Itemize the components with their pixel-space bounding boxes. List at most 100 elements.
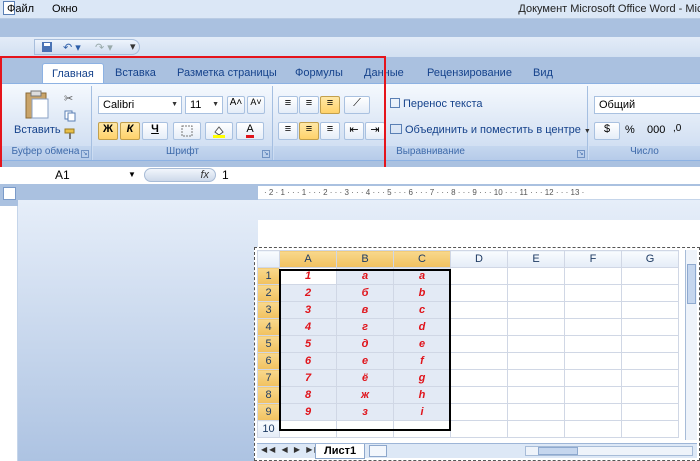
cell[interactable]	[450, 301, 508, 319]
menu-window[interactable]: Окно	[50, 3, 78, 15]
cell[interactable]: г	[336, 318, 394, 336]
cell[interactable]: 5	[279, 335, 337, 353]
font-color-button[interactable]: A	[236, 122, 264, 140]
cell[interactable]: 7	[279, 369, 337, 387]
tab-formulas[interactable]: Формулы	[286, 63, 352, 84]
cell[interactable]	[450, 284, 508, 302]
save-icon[interactable]	[41, 41, 53, 56]
merge-center-button[interactable]: Объединить и поместить в центре ▼	[390, 124, 591, 136]
name-box[interactable]: A1	[55, 168, 70, 182]
scroll-thumb[interactable]	[687, 264, 696, 304]
row-header[interactable]: 10	[257, 420, 280, 438]
sheet-tab[interactable]: Лист1	[315, 444, 366, 459]
cell[interactable]	[393, 420, 451, 438]
column-header-f[interactable]: F	[564, 250, 622, 268]
cell[interactable]	[621, 420, 679, 438]
increase-decimal-icon[interactable]: ,0	[673, 123, 681, 134]
cell[interactable]	[507, 352, 565, 370]
cell[interactable]	[450, 352, 508, 370]
cell[interactable]: д	[336, 335, 394, 353]
horizontal-ruler[interactable]: · 2 · 1 · · · 1 · · · 2 · · · 3 · · · 4 …	[258, 186, 700, 200]
horizontal-scrollbar[interactable]	[525, 446, 693, 456]
tab-insert[interactable]: Вставка	[106, 63, 165, 84]
cell[interactable]: б	[336, 284, 394, 302]
row-header[interactable]: 1	[257, 267, 280, 285]
fx-icon[interactable]: fx	[144, 168, 216, 182]
cell[interactable]	[507, 318, 565, 336]
borders-button[interactable]	[173, 122, 201, 140]
cell[interactable]	[621, 352, 679, 370]
thousands-button[interactable]: 000	[647, 124, 665, 136]
cell[interactable]: b	[393, 284, 451, 302]
font-size-select[interactable]: 11 ▼	[185, 96, 223, 114]
vertical-scrollbar[interactable]	[685, 250, 697, 440]
cell[interactable]	[621, 284, 679, 302]
chevron-down-icon[interactable]: ▼	[128, 170, 136, 179]
column-header-c[interactable]: C	[393, 250, 451, 268]
cell[interactable]: в	[336, 301, 394, 319]
cell[interactable]	[564, 335, 622, 353]
formula-value[interactable]: 1	[222, 168, 229, 182]
align-middle-icon[interactable]: ≡	[299, 96, 319, 114]
customize-qat-button[interactable]: ▾	[130, 40, 136, 53]
currency-icon[interactable]: $	[594, 122, 620, 140]
cell[interactable]	[564, 318, 622, 336]
cell[interactable]	[279, 420, 337, 438]
cell[interactable]	[564, 352, 622, 370]
cell[interactable]	[450, 420, 508, 438]
row-header[interactable]: 6	[257, 352, 280, 370]
cell[interactable]: 9	[279, 403, 337, 421]
cell[interactable]	[621, 301, 679, 319]
font-name-select[interactable]: Calibri ▼	[98, 96, 182, 114]
tab-view[interactable]: Вид	[524, 63, 562, 84]
cell[interactable]	[450, 369, 508, 387]
embedded-spreadsheet[interactable]: A B C D E F G 1 1 а a 2 2 б b 3 3 в c 4 …	[254, 247, 700, 461]
cell[interactable]: f	[393, 352, 451, 370]
bold-button[interactable]: Ж	[98, 122, 118, 140]
increase-indent-icon[interactable]: ⇥	[365, 122, 385, 140]
undo-button[interactable]: ↶ ▾	[63, 41, 81, 54]
scroll-thumb[interactable]	[538, 447, 578, 455]
tab-data[interactable]: Данные	[355, 63, 413, 84]
cell[interactable]	[450, 403, 508, 421]
cell[interactable]	[621, 403, 679, 421]
cell[interactable]	[507, 284, 565, 302]
italic-button[interactable]: К	[120, 122, 140, 140]
tab-selector-icon[interactable]	[3, 187, 16, 200]
column-header-g[interactable]: G	[621, 250, 679, 268]
cell[interactable]	[336, 420, 394, 438]
cell[interactable]	[564, 369, 622, 387]
paste-icon[interactable]	[22, 90, 50, 123]
cell[interactable]	[564, 420, 622, 438]
align-bottom-icon[interactable]: ≡	[320, 96, 340, 114]
grow-font-button[interactable]: A˄	[227, 96, 245, 114]
column-header-a[interactable]: A	[279, 250, 337, 268]
cell[interactable]: 8	[279, 386, 337, 404]
cell[interactable]: з	[336, 403, 394, 421]
cell[interactable]	[621, 335, 679, 353]
cell[interactable]	[507, 386, 565, 404]
cell[interactable]: c	[393, 301, 451, 319]
cell[interactable]	[507, 403, 565, 421]
insert-sheet-icon[interactable]	[369, 445, 387, 457]
tab-review[interactable]: Рецензирование	[418, 63, 521, 84]
cell[interactable]: g	[393, 369, 451, 387]
row-header[interactable]: 4	[257, 318, 280, 336]
row-header[interactable]: 9	[257, 403, 280, 421]
row-header[interactable]: 5	[257, 335, 280, 353]
text-orientation-icon[interactable]: ⟋	[344, 96, 370, 114]
cell[interactable]	[564, 301, 622, 319]
cell[interactable]: а	[336, 267, 394, 285]
cell[interactable]	[564, 267, 622, 285]
cell[interactable]	[450, 267, 508, 285]
redo-button[interactable]: ↷ ▾	[95, 41, 113, 54]
cell[interactable]	[507, 267, 565, 285]
vertical-ruler[interactable]	[0, 206, 18, 461]
cell[interactable]: ж	[336, 386, 394, 404]
column-header-e[interactable]: E	[507, 250, 565, 268]
cell[interactable]	[507, 420, 565, 438]
align-right-icon[interactable]: ≡	[320, 122, 340, 140]
copy-icon[interactable]	[64, 110, 76, 125]
wrap-text-button[interactable]: Перенос текста	[390, 98, 483, 110]
select-all-corner[interactable]	[257, 250, 280, 268]
